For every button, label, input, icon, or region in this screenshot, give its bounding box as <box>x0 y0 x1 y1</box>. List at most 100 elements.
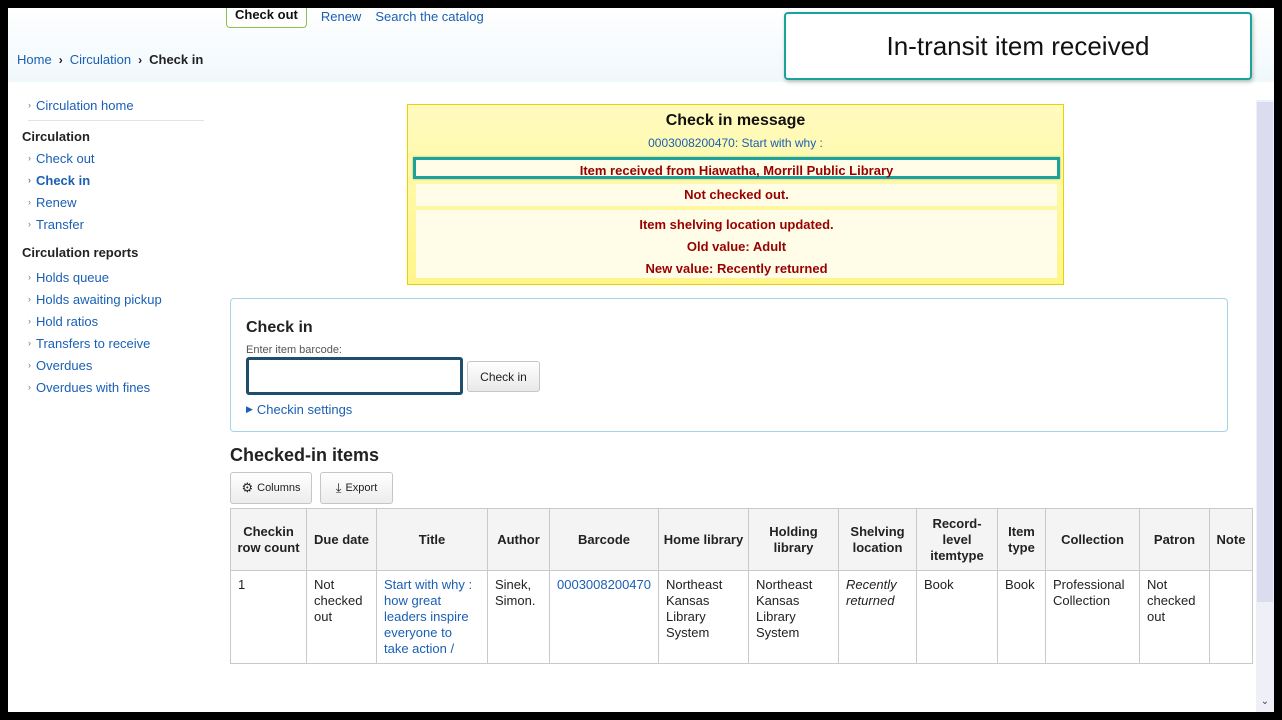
caret-right-icon: ▶ <box>246 404 253 414</box>
sidebar-item-check-in[interactable]: › Check in <box>22 169 202 191</box>
cell-due-date: Not checked out <box>306 570 377 664</box>
sidebar-item-holds-queue[interactable]: › Holds queue <box>22 266 202 288</box>
column-header[interactable]: Patron <box>1139 508 1210 571</box>
table-row: 1 Not checked out Start with why : how g… <box>230 570 1253 664</box>
breadcrumb-current: Check in <box>149 52 204 67</box>
cell-shelving-location: Recently returned <box>838 570 917 664</box>
column-header[interactable]: Collection <box>1045 508 1140 571</box>
sidebar-item-label: Check in <box>36 172 91 188</box>
cell-barcode: 0003008200470 <box>549 570 659 664</box>
sidebar-item-transfers-to-receive[interactable]: › Transfers to receive <box>22 332 202 354</box>
chevron-right-icon: › <box>28 175 31 185</box>
download-icon: ⤓ <box>335 480 342 495</box>
checkin-settings-toggle[interactable]: ▶ Checkin settings <box>246 402 352 417</box>
export-button-label: Export <box>345 482 378 494</box>
sidebar-item-renew[interactable]: › Renew <box>22 191 202 213</box>
column-header[interactable]: Home library <box>658 508 749 571</box>
column-header[interactable]: Shelving location <box>838 508 917 571</box>
checked-in-items-table: Checkin row count Due date Title Author … <box>230 508 1253 664</box>
sidebar: › Circulation home Circulation › Check o… <box>22 94 204 398</box>
column-header[interactable]: Due date <box>306 508 377 571</box>
column-header[interactable]: Note <box>1209 508 1253 571</box>
chevron-right-icon: › <box>28 360 31 370</box>
cell-item-type: Book <box>997 570 1046 664</box>
chevron-right-icon: › <box>28 316 31 326</box>
cell-record-itemtype: Book <box>916 570 998 664</box>
sidebar-item-check-out[interactable]: › Check out <box>22 147 202 169</box>
breadcrumb: Home › Circulation › Check in <box>17 52 203 67</box>
title-link[interactable]: Start with why : how great leaders inspi… <box>384 577 472 656</box>
tab-search-catalog[interactable]: Search the catalog <box>375 9 483 24</box>
scrollbar-thumb[interactable] <box>1257 102 1273 602</box>
cell-holding-library: Northeast Kansas Library System <box>748 570 839 664</box>
cell-patron: Not checked out <box>1139 570 1210 664</box>
sidebar-heading-circulation: Circulation <box>22 128 90 144</box>
divider <box>28 120 204 121</box>
columns-button[interactable]: ⚙ Columns <box>230 472 312 504</box>
export-button[interactable]: ⤓ Export <box>320 472 393 504</box>
column-header[interactable]: Record-level itemtype <box>916 508 998 571</box>
column-header[interactable]: Title <box>376 508 488 571</box>
chevron-right-icon: › <box>28 153 31 163</box>
tab-check-out[interactable]: Check out <box>226 8 307 28</box>
sidebar-item-label: Check out <box>36 150 95 166</box>
tab-renew[interactable]: Renew <box>321 9 361 24</box>
sidebar-item-label: Hold ratios <box>36 313 99 329</box>
chevron-right-icon: › <box>28 294 31 304</box>
sidebar-item-label: Overdues <box>36 357 93 373</box>
breadcrumb-home[interactable]: Home <box>17 52 52 67</box>
sidebar-item-label: Circulation home <box>36 97 134 113</box>
chevron-right-icon: › <box>28 100 31 110</box>
chevron-right-icon: › <box>28 219 31 229</box>
scroll-down-arrow-icon[interactable]: ⌄ <box>1258 696 1272 710</box>
checkin-settings-label: Checkin settings <box>256 402 353 417</box>
message-not-checked-out: Not checked out. <box>416 184 1057 206</box>
message-old-value: Old value: Adult <box>686 239 787 254</box>
cell-collection: Professional Collection <box>1045 570 1140 664</box>
sidebar-item-circulation-home[interactable]: › Circulation home <box>22 94 202 116</box>
browser-viewport: Check out Renew Search the catalog Home … <box>8 8 1274 712</box>
tutorial-callout: In-transit item received <box>784 12 1252 80</box>
chevron-right-icon: › <box>28 338 31 348</box>
cell-count: 1 <box>230 570 307 664</box>
sidebar-item-label: Overdues with fines <box>36 379 151 395</box>
column-header[interactable]: Checkin row count <box>230 508 307 571</box>
cell-note <box>1209 570 1253 664</box>
columns-button-label: Columns <box>257 482 301 494</box>
check-in-button[interactable]: Check in <box>467 361 540 392</box>
checkin-form-title: Check in <box>246 319 313 336</box>
sidebar-item-label: Holds queue <box>36 269 109 285</box>
message-shelving-update: Item shelving location updated. Old valu… <box>416 210 1057 278</box>
barcode-link[interactable]: 0003008200470 <box>557 577 651 592</box>
sidebar-item-label: Transfers to receive <box>36 335 151 351</box>
checked-in-items-title: Checked-in items <box>230 445 380 465</box>
chevron-right-icon: › <box>28 382 31 392</box>
barcode-input[interactable] <box>246 357 463 395</box>
chevron-right-icon: › <box>138 52 143 67</box>
column-header[interactable]: Holding library <box>748 508 839 571</box>
column-header[interactable]: Barcode <box>549 508 659 571</box>
sidebar-heading-reports: Circulation reports <box>22 244 139 260</box>
sidebar-item-label: Renew <box>36 194 77 210</box>
sidebar-item-overdues[interactable]: › Overdues <box>22 354 202 376</box>
sidebar-item-holds-awaiting-pickup[interactable]: › Holds awaiting pickup <box>22 288 202 310</box>
checkin-message-box: Check in message 0003008200470: Start wi… <box>407 104 1064 285</box>
message-title: Check in message <box>665 112 806 129</box>
chevron-right-icon: › <box>28 272 31 282</box>
sidebar-item-transfer[interactable]: › Transfer <box>22 213 202 235</box>
message-item-link[interactable]: 0003008200470: Start with why : <box>408 136 1063 150</box>
cell-author: Sinek, Simon. <box>487 570 550 664</box>
table-header-row: Checkin row count Due date Title Author … <box>230 508 1253 571</box>
column-header[interactable]: Item type <box>997 508 1046 571</box>
message-item-received: Item received from Hiawatha, Morrill Pub… <box>413 157 1060 179</box>
barcode-label: Enter item barcode: <box>246 344 342 356</box>
sidebar-item-label: Transfer <box>36 216 84 232</box>
column-header[interactable]: Author <box>487 508 550 571</box>
sidebar-item-overdues-with-fines[interactable]: › Overdues with fines <box>22 376 202 398</box>
checkin-form: Check in Enter item barcode: Check in ▶ … <box>230 298 1228 432</box>
cell-home-library: Northeast Kansas Library System <box>658 570 749 664</box>
gear-icon: ⚙ <box>241 480 254 495</box>
sidebar-item-hold-ratios[interactable]: › Hold ratios <box>22 310 202 332</box>
breadcrumb-circulation[interactable]: Circulation <box>70 52 131 67</box>
chevron-right-icon: › <box>58 52 63 67</box>
